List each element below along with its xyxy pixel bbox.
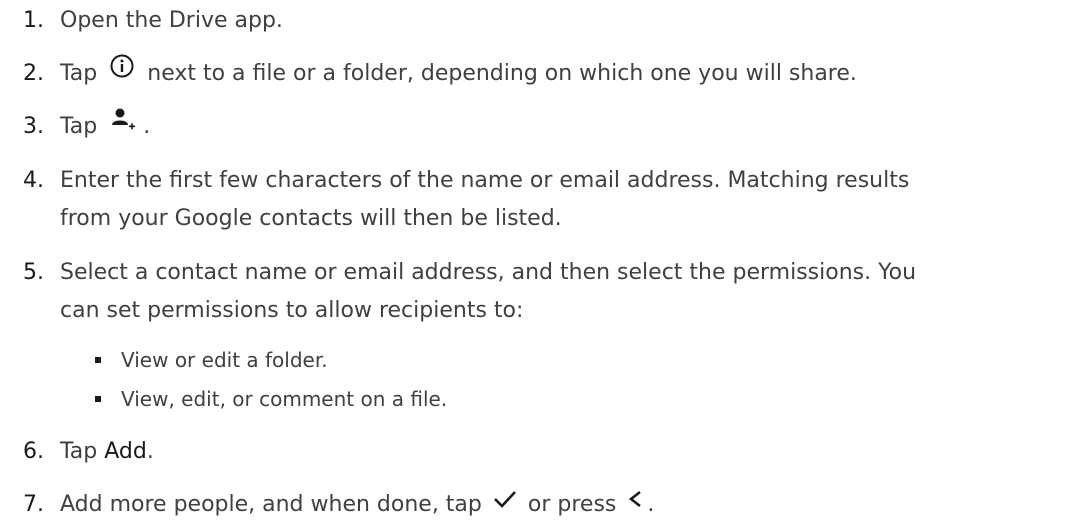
step-text-line-1: Select a contact name or email address, … (60, 260, 917, 285)
step-text-after: . (647, 492, 655, 517)
info-circle-icon (110, 53, 134, 91)
back-chevron-icon (627, 484, 643, 522)
step-number: 6. (23, 439, 44, 464)
step-text-middle: or press (527, 492, 617, 517)
step-text-before: Add more people, and when done, tap (60, 492, 482, 517)
bullet-square-icon (95, 396, 101, 402)
step-text: Select a contact name or email address, … (60, 254, 1074, 330)
step-text-after: . (146, 439, 154, 464)
checkmark-icon (493, 484, 517, 522)
step-text-before: Tap (60, 439, 98, 464)
step-text-before: Tap (60, 114, 98, 139)
step-text: Tap . (60, 108, 1074, 146)
step-number: 7. (23, 492, 44, 517)
bullet-text: View, edit, or comment on a file. (121, 387, 448, 411)
step-number: 3. (23, 114, 44, 139)
step-text-before: Tap (60, 61, 98, 86)
step-text-line-2: from your Google contacts will then be l… (60, 206, 562, 231)
step-text: Tap Add. (60, 433, 1074, 471)
add-person-icon (110, 106, 136, 144)
step-text-line-1: Enter the first few characters of the na… (60, 168, 910, 193)
step-text-after: next to a file or a folder, depending on… (147, 61, 857, 86)
step-number: 4. (23, 168, 44, 193)
step-text: Tap next to a file or a folder, dependin… (60, 53, 1074, 93)
instruction-list: 1. Open the Drive app. 2. Tap next to a … (0, 0, 1080, 527)
bullet-text: View or edit a folder. (121, 348, 328, 372)
bullet-square-icon (95, 357, 101, 363)
step-text: Open the Drive app. (60, 8, 283, 33)
step-number: 5. (23, 260, 44, 285)
step-text-after: . (143, 114, 151, 139)
step-text-line-2: can set permissions to allow recipients … (60, 298, 524, 323)
step-number: 1. (23, 8, 44, 33)
step-number: 2. (23, 61, 44, 86)
step-text: Enter the first few characters of the na… (60, 162, 1074, 238)
step-text: Add more people, and when done, tap or p… (60, 486, 1074, 524)
add-button-label: Add (104, 439, 147, 464)
